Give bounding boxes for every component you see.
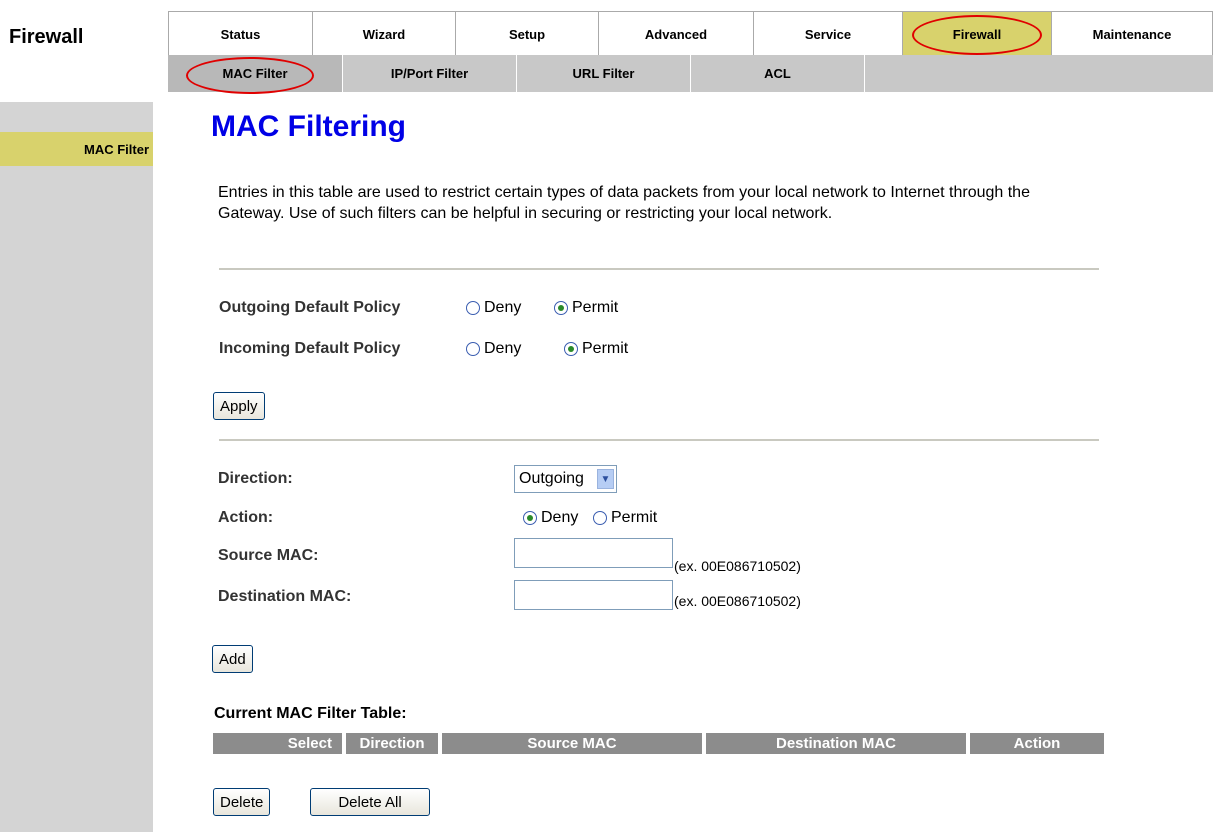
source-mac-hint: (ex. 00E086710502) — [674, 558, 801, 574]
apply-button[interactable]: Apply — [213, 392, 265, 420]
radio-icon[interactable] — [466, 342, 480, 356]
outgoing-policy-label: Outgoing Default Policy — [219, 299, 401, 316]
column-header-select: Select — [213, 733, 346, 754]
page-description: Entries in this table are used to restri… — [218, 184, 1030, 222]
filter-table-header: Select Direction Source MAC Destination … — [213, 733, 1104, 754]
main-content: MAC Filtering Entries in this table are … — [153, 102, 1213, 832]
incoming-policy-label: Incoming Default Policy — [219, 340, 401, 357]
column-header-action: Action — [970, 733, 1104, 754]
subtab-url-filter[interactable]: URL Filter — [517, 55, 691, 92]
tab-advanced[interactable]: Advanced — [599, 12, 754, 56]
direction-label: Direction: — [218, 470, 293, 487]
radio-checked-icon[interactable] — [564, 342, 578, 356]
destination-mac-input[interactable] — [514, 580, 673, 610]
chevron-down-icon[interactable]: ▼ — [597, 469, 614, 489]
column-header-direction: Direction — [346, 733, 442, 754]
action-label: Action: — [218, 509, 274, 526]
add-button[interactable]: Add — [212, 645, 253, 673]
tab-service[interactable]: Service — [754, 12, 903, 56]
subtab-mac-filter[interactable]: MAC Filter — [168, 55, 343, 94]
incoming-permit-option[interactable]: Permit — [564, 340, 628, 358]
filter-table-title: Current MAC Filter Table: — [214, 705, 407, 722]
column-header-source-mac: Source MAC — [442, 733, 706, 754]
tab-maintenance[interactable]: Maintenance — [1052, 12, 1213, 56]
sidebar: MAC Filter — [0, 92, 153, 832]
delete-all-button[interactable]: Delete All — [310, 788, 430, 816]
radio-icon[interactable] — [593, 511, 607, 525]
tab-status[interactable]: Status — [168, 12, 313, 56]
destination-mac-label: Destination MAC: — [218, 588, 352, 605]
section-header: Firewall — [0, 0, 163, 92]
action-permit-option[interactable]: Permit — [593, 509, 657, 527]
outgoing-permit-option[interactable]: Permit — [554, 299, 618, 317]
divider — [219, 268, 1099, 270]
direction-select[interactable]: Outgoing ▼ — [514, 465, 617, 493]
section-title: Firewall — [9, 26, 84, 48]
incoming-deny-option[interactable]: Deny — [466, 340, 521, 358]
tab-firewall[interactable]: Firewall — [903, 12, 1052, 56]
sidebar-item-mac-filter[interactable]: MAC Filter — [0, 132, 153, 166]
source-mac-label: Source MAC: — [218, 547, 319, 564]
action-deny-option[interactable]: Deny — [523, 509, 578, 527]
column-header-destination-mac: Destination MAC — [706, 733, 970, 754]
radio-checked-icon[interactable] — [523, 511, 537, 525]
main-nav: Status Wizard Setup Advanced Service Fir… — [168, 11, 1213, 56]
page-title: MAC Filtering — [211, 110, 406, 143]
outgoing-deny-option[interactable]: Deny — [466, 299, 521, 317]
delete-button[interactable]: Delete — [213, 788, 271, 816]
divider — [219, 439, 1099, 441]
source-mac-input[interactable] — [514, 538, 673, 568]
subtab-ip-port-filter[interactable]: IP/Port Filter — [343, 55, 517, 92]
tab-wizard[interactable]: Wizard — [313, 12, 456, 56]
destination-mac-hint: (ex. 00E086710502) — [674, 593, 801, 609]
sub-nav: MAC Filter IP/Port Filter URL Filter ACL — [168, 55, 1213, 94]
tab-setup[interactable]: Setup — [456, 12, 599, 56]
router-admin-page: Firewall Status Wizard Setup Advanced Se… — [0, 0, 1213, 832]
radio-checked-icon[interactable] — [554, 301, 568, 315]
subtab-acl[interactable]: ACL — [691, 55, 865, 92]
radio-icon[interactable] — [466, 301, 480, 315]
